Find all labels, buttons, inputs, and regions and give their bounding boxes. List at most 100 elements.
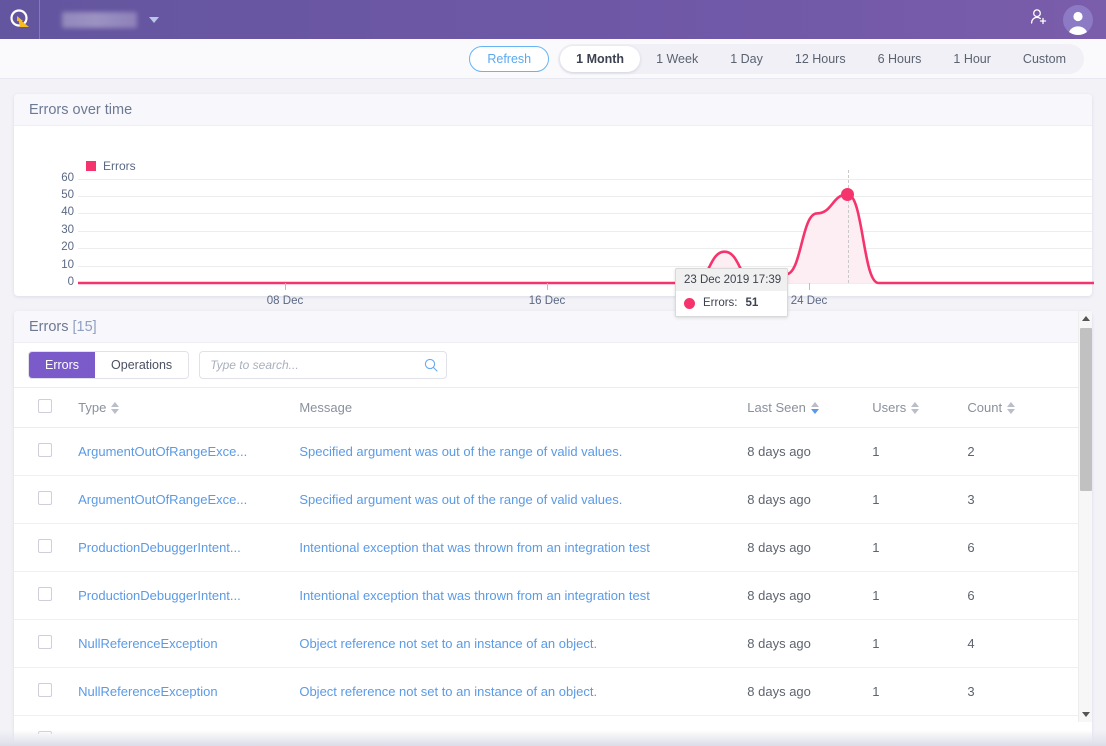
y-axis-tick-label: 30 [61, 223, 74, 236]
row-message-cell-link[interactable]: Intentional exception that was thrown fr… [299, 588, 747, 603]
row-checkbox[interactable] [38, 635, 52, 649]
table-row[interactable]: ProductionDebuggerIntent...Intentional e… [14, 715, 1078, 734]
range-option-1-month[interactable]: 1 Month [560, 45, 641, 72]
user-avatar[interactable] [1063, 4, 1093, 35]
row-checkbox-cell [14, 475, 79, 524]
chart-title: Errors over time [29, 101, 133, 118]
row-last-seen-cell: 8 days ago [747, 571, 873, 620]
tab-errors[interactable]: Errors [29, 352, 96, 378]
table-row[interactable]: ArgumentOutOfRangeExce... Specified argum… [14, 475, 1078, 524]
row-message-cell-link[interactable]: Specified argument was out of the range … [299, 444, 747, 459]
row-message-cell[interactable]: Object reference not set to an instance … [299, 619, 748, 668]
row-message-cell[interactable]: Specified argument was out of the range … [299, 475, 748, 524]
row-checkbox[interactable] [38, 539, 52, 553]
add-user-icon[interactable] [1029, 7, 1049, 32]
row-last-seen-cell: 8 days ago [747, 715, 873, 734]
scroll-down-button[interactable] [1079, 707, 1093, 722]
range-option-12-hours[interactable]: 12 Hours [779, 46, 862, 72]
row-type-cell-link[interactable]: ArgumentOutOfRangeExce... [78, 492, 299, 507]
chevron-down-icon [1082, 712, 1090, 717]
tooltip-timestamp: 23 Dec 2019 17:39 [676, 269, 787, 291]
search-box[interactable] [199, 351, 448, 379]
chevron-down-icon[interactable] [149, 16, 159, 23]
row-count-cell: 3 [967, 475, 1078, 524]
row-checkbox[interactable] [38, 731, 52, 734]
x-axis-tick-label: 08 Dec [266, 295, 304, 307]
errors-over-time-card: Errors over time Errors 0 10 20 30 40 50 60 08… [14, 94, 1094, 317]
search-icon[interactable] [424, 358, 438, 377]
column-users[interactable]: Users [872, 387, 968, 428]
row-count-cell: 2 [967, 427, 1078, 476]
errors-table-scrollbar[interactable] [1078, 311, 1092, 722]
row-checkbox[interactable] [38, 443, 52, 457]
chart-point-marker[interactable] [841, 187, 855, 201]
row-message-cell-link[interactable]: Intentional exception that was thrown fr… [299, 732, 747, 734]
row-last-seen-cell: 8 days ago [747, 667, 873, 716]
row-last-seen-cell: 8 days ago [747, 619, 873, 668]
row-checkbox-cell [14, 571, 79, 620]
row-message-cell[interactable]: Specified argument was out of the range … [299, 427, 748, 476]
y-axis-tick-label: 20 [61, 241, 74, 254]
row-type-cell[interactable]: NullReferenceException [78, 667, 300, 716]
table-row[interactable]: ArgumentOutOfRangeExce... Specified argum… [14, 427, 1078, 476]
sort-count-icon[interactable] [1007, 401, 1016, 414]
row-message-cell[interactable]: Intentional exception that was thrown fr… [299, 571, 748, 620]
search-input[interactable] [200, 352, 447, 378]
range-option-custom[interactable]: Custom [1007, 46, 1082, 72]
row-type-cell-link[interactable]: NullReferenceException [78, 684, 299, 699]
row-checkbox[interactable] [38, 587, 52, 601]
app-name-label [62, 11, 137, 28]
row-type-cell-link[interactable]: ProductionDebuggerIntent... [78, 540, 299, 555]
row-type-cell-link[interactable]: ProductionDebuggerIntent... [78, 732, 299, 734]
errors-toolbar: Errors Operations [14, 343, 1092, 387]
row-message-cell-link[interactable]: Object reference not set to an instance … [299, 684, 747, 699]
tab-operations[interactable]: Operations [95, 352, 189, 378]
range-option-1-hour[interactable]: 1 Hour [937, 46, 1007, 72]
row-message-cell-link[interactable]: Specified argument was out of the range … [299, 492, 747, 507]
row-type-cell[interactable]: ProductionDebuggerIntent... [78, 715, 300, 734]
sort-last-seen-icon[interactable] [810, 401, 819, 414]
row-message-cell[interactable]: Intentional exception that was thrown fr… [299, 715, 748, 734]
row-message-cell-link[interactable]: Intentional exception that was thrown fr… [299, 540, 747, 555]
row-message-cell[interactable]: Object reference not set to an instance … [299, 667, 748, 716]
row-type-cell[interactable]: NullReferenceException [78, 619, 300, 668]
errors-title: Errors [15] [29, 319, 97, 335]
y-axis-tick-label: 50 [61, 189, 74, 202]
row-message-cell[interactable]: Intentional exception that was thrown fr… [299, 523, 748, 572]
row-type-cell[interactable]: ArgumentOutOfRangeExce... [78, 475, 300, 524]
row-count-cell: 3 [967, 667, 1078, 716]
column-type[interactable]: Type [78, 387, 300, 428]
range-option-6-hours[interactable]: 6 Hours [862, 46, 938, 72]
row-checkbox[interactable] [38, 491, 52, 505]
row-count-cell: 6 [967, 571, 1078, 620]
app-selector[interactable] [62, 11, 159, 28]
row-type-cell-link[interactable]: NullReferenceException [78, 636, 299, 651]
app-logo[interactable] [0, 0, 40, 39]
row-type-cell[interactable]: ProductionDebuggerIntent... [78, 571, 300, 620]
select-all-checkbox[interactable] [38, 399, 52, 413]
row-message-cell-link[interactable]: Object reference not set to an instance … [299, 636, 747, 651]
range-option-1-day[interactable]: 1 Day [714, 46, 779, 72]
table-row[interactable]: NullReferenceException Object reference n… [14, 619, 1078, 668]
column-count[interactable]: Count [967, 387, 1078, 428]
row-checkbox[interactable] [38, 683, 52, 697]
app-logo-icon [8, 8, 32, 32]
sort-users-icon[interactable] [911, 401, 920, 414]
row-type-cell[interactable]: ArgumentOutOfRangeExce... [78, 427, 300, 476]
row-type-cell[interactable]: ProductionDebuggerIntent... [78, 523, 300, 572]
errors-count-badge: [15] [72, 318, 97, 335]
table-row[interactable]: NullReferenceException Object reference n… [14, 667, 1078, 716]
column-last-seen[interactable]: Last Seen [747, 387, 873, 428]
sort-type-icon[interactable] [111, 401, 120, 414]
row-type-cell-link[interactable]: ProductionDebuggerIntent... [78, 588, 299, 603]
row-type-cell-link[interactable]: ArgumentOutOfRangeExce... [78, 444, 299, 459]
table-row[interactable]: ProductionDebuggerIntent...Intentional e… [14, 571, 1078, 620]
scroll-up-button[interactable] [1079, 311, 1093, 326]
refresh-button[interactable]: Refresh [469, 45, 550, 72]
scrollbar-thumb[interactable] [1080, 328, 1092, 491]
table-row[interactable]: ProductionDebuggerIntent...Intentional e… [14, 523, 1078, 572]
range-option-1-week[interactable]: 1 Week [640, 46, 714, 72]
row-last-seen-cell: 8 days ago [747, 523, 873, 572]
tooltip-series-label: Errors: [703, 297, 738, 309]
errors-title-text: Errors [29, 318, 69, 335]
